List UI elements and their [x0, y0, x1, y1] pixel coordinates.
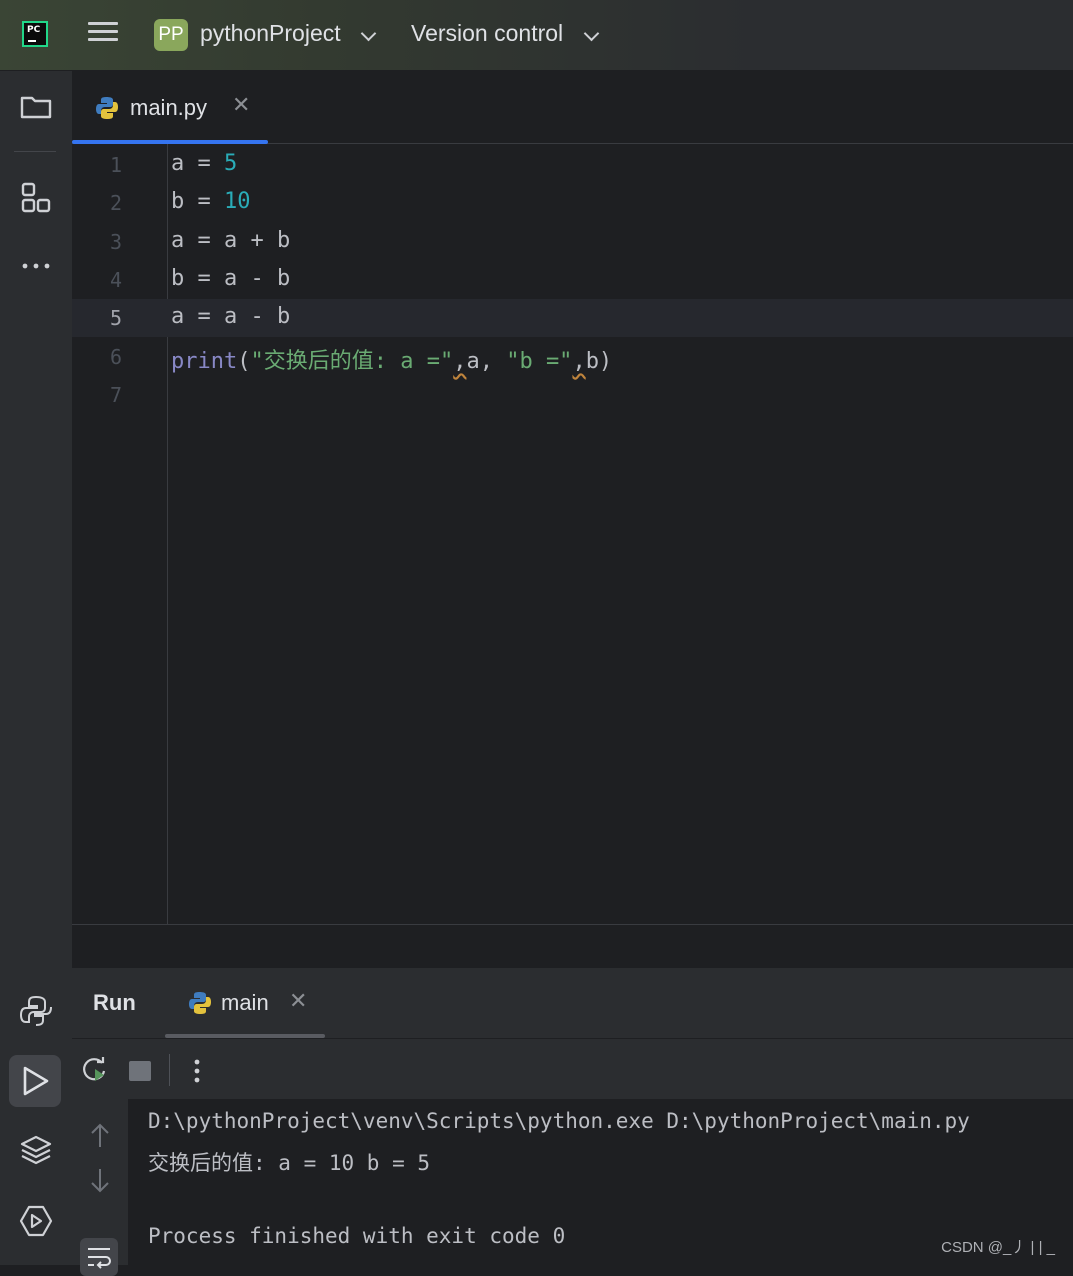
- close-icon[interactable]: ✕: [289, 989, 307, 1014]
- close-icon[interactable]: ✕: [232, 93, 250, 118]
- main-menu-icon[interactable]: [88, 22, 118, 48]
- chevron-down-icon[interactable]: [583, 25, 600, 42]
- chevron-down-icon[interactable]: [360, 25, 377, 42]
- toolbar-divider: [169, 1054, 170, 1086]
- tab-label: main.py: [130, 95, 208, 120]
- watermark: CSDN @_丿 | | _: [941, 1239, 1055, 1256]
- line-number: 2: [109, 191, 122, 215]
- version-control-menu[interactable]: Version control: [411, 20, 563, 47]
- title-bar: PC PP pythonProject Version control: [0, 0, 1073, 71]
- code-line[interactable]: 3 a = a + b: [72, 223, 1073, 261]
- python-console-icon[interactable]: [18, 993, 54, 1029]
- code-line[interactable]: 6 print("交换后的值: a =",a, "b =",b): [72, 338, 1073, 376]
- soft-wrap-icon: [88, 1248, 111, 1269]
- code-text: a = a + b: [171, 228, 291, 253]
- rerun-icon[interactable]: [80, 1055, 110, 1085]
- code-text: a = 5: [171, 151, 238, 176]
- pycharm-logo-icon[interactable]: PC: [22, 21, 48, 47]
- soft-wrap-toggle[interactable]: [80, 1238, 118, 1276]
- run-tab-main[interactable]: main: [221, 990, 269, 1016]
- python-file-icon: [189, 992, 211, 1014]
- code-text: a = a - b: [171, 304, 291, 329]
- line-number: 3: [109, 230, 122, 254]
- code-text: b = a - b: [171, 266, 291, 291]
- line-number: 5: [109, 306, 122, 330]
- line-number: 1: [109, 153, 122, 177]
- run-tool-active[interactable]: [9, 1055, 61, 1107]
- run-icon[interactable]: [18, 1063, 52, 1099]
- structure-icon[interactable]: [18, 179, 54, 215]
- console-side-toolbar: [72, 1099, 128, 1276]
- editor-tab-bar: main.py ✕: [72, 71, 1073, 144]
- console-line: D:\pythonProject\venv\Scripts\python.exe…: [148, 1109, 970, 1133]
- code-line[interactable]: 1 a = 5: [72, 146, 1073, 184]
- arrow-up-icon[interactable]: [87, 1121, 113, 1151]
- code-text: print("交换后的值: a =",a, "b =",b): [171, 349, 613, 374]
- project-name[interactable]: pythonProject: [200, 20, 341, 47]
- line-number: 6: [109, 345, 122, 369]
- arrow-down-icon[interactable]: [87, 1165, 113, 1195]
- project-badge[interactable]: PP: [154, 19, 188, 51]
- layers-icon[interactable]: [18, 1133, 54, 1169]
- code-line[interactable]: 2 b = 10: [72, 184, 1073, 222]
- more-vertical-icon[interactable]: [185, 1056, 209, 1086]
- toolbar-divider: [14, 151, 56, 152]
- code-line[interactable]: 7: [72, 376, 1073, 414]
- console-output[interactable]: D:\pythonProject\venv\Scripts\python.exe…: [128, 1099, 1073, 1265]
- code-line-current[interactable]: 5 a = a - b: [72, 299, 1073, 337]
- stop-icon[interactable]: [129, 1061, 151, 1081]
- left-tool-bar: [0, 71, 73, 1265]
- services-icon[interactable]: [18, 1203, 54, 1239]
- run-tool-window: Run main ✕ D:\pythonProject\venv\Scripts…: [72, 968, 1073, 1276]
- folder-icon[interactable]: [18, 89, 54, 125]
- run-toolbar: [72, 1038, 1073, 1099]
- run-title: Run: [93, 990, 136, 1015]
- code-editor[interactable]: 1 a = 5 2 b = 10 3 a = a + b 4 b = a - b…: [72, 144, 1073, 924]
- line-number: 7: [109, 383, 122, 407]
- line-number: 4: [109, 268, 122, 292]
- tab-main-py[interactable]: main.py ✕: [72, 71, 268, 144]
- code-text: b = 10: [171, 189, 251, 214]
- console-line: Process finished with exit code 0: [148, 1224, 566, 1248]
- python-file-icon: [96, 97, 118, 119]
- code-line[interactable]: 4 b = a - b: [72, 261, 1073, 299]
- editor-status-strip: [72, 924, 1073, 969]
- more-icon[interactable]: [18, 248, 54, 284]
- console-line: 交换后的值: a = 10 b = 5: [148, 1151, 431, 1175]
